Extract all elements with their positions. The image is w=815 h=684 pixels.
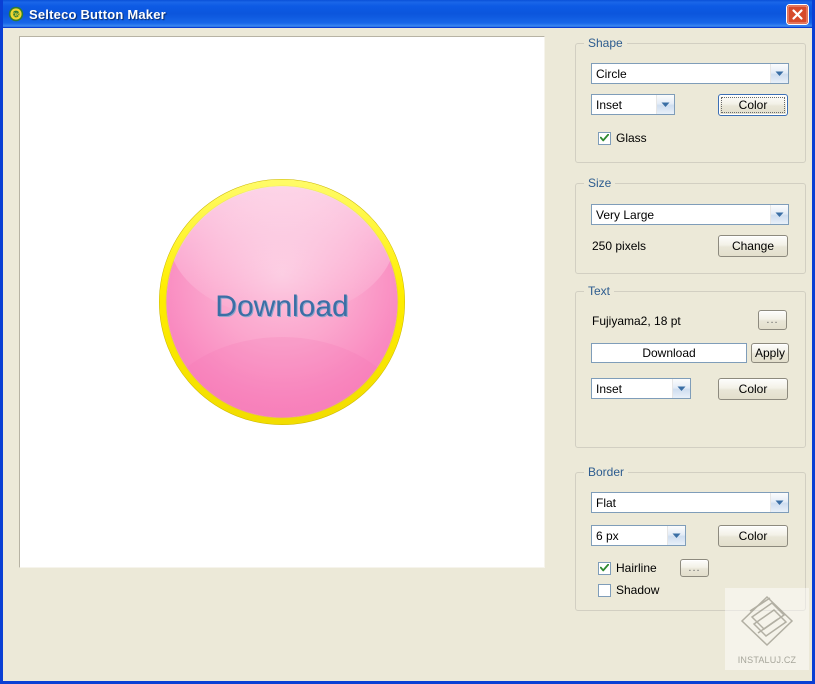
- watermark: INSTALUJ.CZ: [725, 588, 809, 670]
- title-bar[interactable]: OK Selteco Button Maker: [3, 0, 812, 28]
- shape-group-legend: Shape: [584, 37, 627, 50]
- border-width-select[interactable]: 6 px: [591, 525, 686, 546]
- text-style-select[interactable]: Inset: [591, 378, 691, 399]
- glass-checkbox-label: Glass: [616, 131, 647, 145]
- hairline-checkbox-label: Hairline: [616, 561, 657, 575]
- shape-select-value: Circle: [592, 67, 770, 81]
- border-style-select-value: Flat: [592, 496, 770, 510]
- hairline-browse-button[interactable]: ...: [680, 559, 709, 577]
- caption-input-value: Download: [642, 346, 695, 360]
- button-preview-canvas[interactable]: Download Download: [19, 36, 545, 568]
- shape-style-select-value: Inset: [592, 98, 656, 112]
- size-group: Size Very Large 250 pixels Change: [575, 183, 806, 274]
- font-browse-button[interactable]: ...: [758, 310, 787, 330]
- close-icon[interactable]: [786, 4, 809, 25]
- bottom-button-bar: Save HTML Copy Background Exit: [3, 621, 812, 681]
- shape-style-select[interactable]: Inset: [591, 94, 675, 115]
- text-color-button[interactable]: Color: [718, 378, 788, 400]
- hairline-browse-button-label: ...: [688, 562, 700, 574]
- app-emblem-icon: OK: [8, 6, 24, 22]
- apply-button-label: Apply: [755, 346, 785, 360]
- diamond-stack-logo-icon: [738, 593, 796, 654]
- preview-button-label: Download: [215, 290, 348, 323]
- shape-color-button[interactable]: Color: [718, 94, 788, 116]
- font-label: Fujiyama2, 18 pt: [592, 314, 681, 328]
- size-change-button[interactable]: Change: [718, 235, 788, 257]
- preview-button[interactable]: Download Download: [157, 177, 407, 427]
- text-group-legend: Text: [584, 285, 614, 298]
- chevron-down-icon[interactable]: [667, 526, 685, 545]
- chevron-down-icon[interactable]: [770, 205, 788, 224]
- text-group: Text Fujiyama2, 18 pt ... Download Apply…: [575, 291, 806, 448]
- border-color-button-label: Color: [739, 529, 768, 543]
- checkbox-box[interactable]: [598, 584, 611, 597]
- checkbox-box[interactable]: [598, 562, 611, 575]
- size-select-value: Very Large: [592, 208, 770, 222]
- watermark-text: INSTALUJ.CZ: [738, 655, 797, 665]
- border-color-button[interactable]: Color: [718, 525, 788, 547]
- size-pixels-label: 250 pixels: [592, 239, 646, 253]
- shape-group: Shape Circle Inset Color Glass: [575, 43, 806, 163]
- svg-text:OK: OK: [12, 13, 20, 19]
- caption-input[interactable]: Download: [591, 343, 747, 363]
- chevron-down-icon[interactable]: [656, 95, 674, 114]
- glass-checkbox[interactable]: Glass: [598, 131, 647, 145]
- application-window: OK Selteco Button Maker: [0, 0, 815, 684]
- size-group-legend: Size: [584, 177, 615, 190]
- shadow-checkbox[interactable]: Shadow: [598, 583, 659, 597]
- border-style-select[interactable]: Flat: [591, 492, 789, 513]
- font-browse-button-label: ...: [766, 314, 778, 326]
- text-color-button-label: Color: [739, 382, 768, 396]
- chevron-down-icon[interactable]: [672, 379, 690, 398]
- text-style-select-value: Inset: [592, 382, 672, 396]
- border-width-select-value: 6 px: [592, 529, 667, 543]
- shadow-checkbox-label: Shadow: [616, 583, 659, 597]
- chevron-down-icon[interactable]: [770, 493, 788, 512]
- size-change-button-label: Change: [732, 239, 774, 253]
- hairline-checkbox[interactable]: Hairline: [598, 561, 657, 575]
- apply-button[interactable]: Apply: [751, 343, 789, 363]
- checkbox-box[interactable]: [598, 132, 611, 145]
- shape-select[interactable]: Circle: [591, 63, 789, 84]
- border-group-legend: Border: [584, 466, 628, 479]
- window-title: Selteco Button Maker: [29, 7, 166, 22]
- size-select[interactable]: Very Large: [591, 204, 789, 225]
- chevron-down-icon[interactable]: [770, 64, 788, 83]
- shape-color-button-label: Color: [739, 98, 768, 112]
